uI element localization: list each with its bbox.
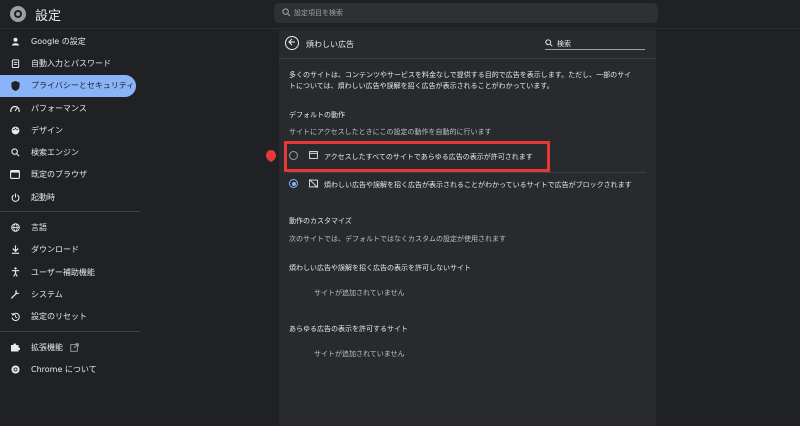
intrusive-ads-settings-panel: 煩わしい広告 検索 多くのサイトは、コンテンツやサービスを料金なしで提供する目的… xyxy=(279,30,656,426)
sidebar-item-default-browser[interactable]: 既定のブラウザ xyxy=(0,164,140,186)
option-divider xyxy=(289,172,646,173)
palette-icon xyxy=(10,125,20,135)
sidebar-item-label: プライバシーとセキュリティ xyxy=(31,81,135,91)
chrome-icon xyxy=(10,364,20,374)
allowed-sites-heading: あらゆる広告の表示を許可するサイト xyxy=(289,325,408,333)
allowed-sites-empty: サイトが追加されていません xyxy=(314,350,405,358)
sidebar-divider xyxy=(0,330,140,332)
sidebar-item-label: ダウンロード xyxy=(31,245,79,255)
search-icon xyxy=(282,8,291,19)
panel-search-value: 検索 xyxy=(557,40,571,48)
chrome-logo-icon xyxy=(10,6,26,22)
sidebar-item-accessibility[interactable]: ユーザー補助機能 xyxy=(0,261,140,283)
speedometer-icon xyxy=(10,103,20,113)
settings-search-input[interactable]: 設定項目を検索 xyxy=(274,3,658,23)
sidebar-item-about-chrome[interactable]: Chrome について xyxy=(0,358,140,380)
globe-icon xyxy=(10,223,20,233)
default-behavior-heading: デフォルトの動作 xyxy=(289,111,345,119)
sidebar-item-downloads[interactable]: ダウンロード xyxy=(0,239,140,261)
sidebar-item-appearance[interactable]: デザイン xyxy=(0,119,140,141)
sidebar-item-label: システム xyxy=(31,289,63,299)
sidebar-item-search-engine[interactable]: 検索エンジン xyxy=(0,141,140,163)
header-divider xyxy=(279,58,656,59)
puzzle-icon xyxy=(10,342,20,352)
customized-behaviors-subtitle: 次のサイトでは、デフォルトではなくカスタムの設定が使用されます xyxy=(289,235,506,243)
sidebar-item-label: Google の設定 xyxy=(31,36,86,46)
browser-icon xyxy=(10,170,20,180)
sidebar-item-label: 既定のブラウザ xyxy=(31,170,87,180)
sidebar-item-label: デザイン xyxy=(31,125,63,135)
sidebar-item-label: 言語 xyxy=(31,223,47,233)
panel-search-input[interactable]: 検索 xyxy=(545,38,645,50)
block-intrusive-ads-radio[interactable] xyxy=(289,179,298,188)
accessibility-icon xyxy=(10,267,20,277)
top-bar: 設定 設定項目を検索 xyxy=(0,0,800,29)
sidebar-item-label: Chrome について xyxy=(31,364,97,374)
sidebar-item-system[interactable]: システム xyxy=(0,283,140,305)
sidebar-item-google[interactable]: Google の設定 xyxy=(0,30,140,52)
shield-icon xyxy=(10,80,20,91)
search-placeholder: 設定項目を検索 xyxy=(294,9,343,17)
sidebar-divider xyxy=(0,211,140,213)
block-intrusive-ads-label: 煩わしい広告や誤解を招く広告が表示されることがわかっているサイトで広告がブロック… xyxy=(324,181,632,189)
reset-icon xyxy=(10,312,20,322)
description-line-1: 多くのサイトは、コンテンツやサービスを料金なしで提供する目的で広告を表示します。… xyxy=(289,71,632,79)
description-line-2: トについては、煩わしい広告や誤解を招く広告が表示されることがわかっています。 xyxy=(289,82,554,90)
settings-sidebar: Google の設定 自動入力とパスワード プライバシーとセキュリティ パフォー… xyxy=(0,30,140,380)
back-button[interactable] xyxy=(285,36,299,50)
not-allowed-sites-empty: サイトが追加されていません xyxy=(314,289,405,297)
search-icon xyxy=(10,148,20,158)
sidebar-item-label: 設定のリセット xyxy=(31,312,87,322)
page-title: 煩わしい広告 xyxy=(306,40,354,49)
sidebar-item-reset[interactable]: 設定のリセット xyxy=(0,306,140,328)
not-allowed-sites-heading: 煩わしい広告や誤解を招く広告の表示を許可しないサイト xyxy=(289,264,471,272)
annotation-marker-icon xyxy=(266,150,276,162)
sidebar-item-label: パフォーマンス xyxy=(31,103,87,113)
sidebar-item-autofill[interactable]: 自動入力とパスワード xyxy=(0,52,140,74)
wrench-icon xyxy=(10,289,20,300)
customized-behaviors-heading: 動作のカスタマイズ xyxy=(289,217,352,225)
sidebar-item-extensions[interactable]: 拡張機能 xyxy=(0,336,140,358)
sidebar-item-languages[interactable]: 言語 xyxy=(0,216,140,238)
person-icon xyxy=(10,36,20,46)
sidebar-item-label: ユーザー補助機能 xyxy=(31,267,95,277)
sidebar-item-performance[interactable]: パフォーマンス xyxy=(0,97,140,119)
power-icon xyxy=(10,192,20,202)
download-icon xyxy=(10,245,20,255)
clipboard-icon xyxy=(10,58,20,68)
app-title: 設定 xyxy=(35,9,62,24)
arrow-left-icon xyxy=(288,38,296,48)
sidebar-item-label: 起動時 xyxy=(31,192,55,202)
ads-blocked-icon xyxy=(309,179,318,190)
sidebar-item-label: 拡張機能 xyxy=(31,342,63,352)
sidebar-item-label: 検索エンジン xyxy=(31,148,79,158)
sidebar-item-label: 自動入力とパスワード xyxy=(31,58,111,68)
default-behavior-subtitle: サイトにアクセスしたときにこの設定の動作を自動的に行います xyxy=(289,128,492,136)
sidebar-item-on-startup[interactable]: 起動時 xyxy=(0,186,140,208)
search-icon xyxy=(545,39,553,49)
external-link-icon xyxy=(70,342,79,352)
sidebar-item-privacy[interactable]: プライバシーとセキュリティ xyxy=(0,74,136,97)
annotation-highlight-box xyxy=(284,141,550,172)
